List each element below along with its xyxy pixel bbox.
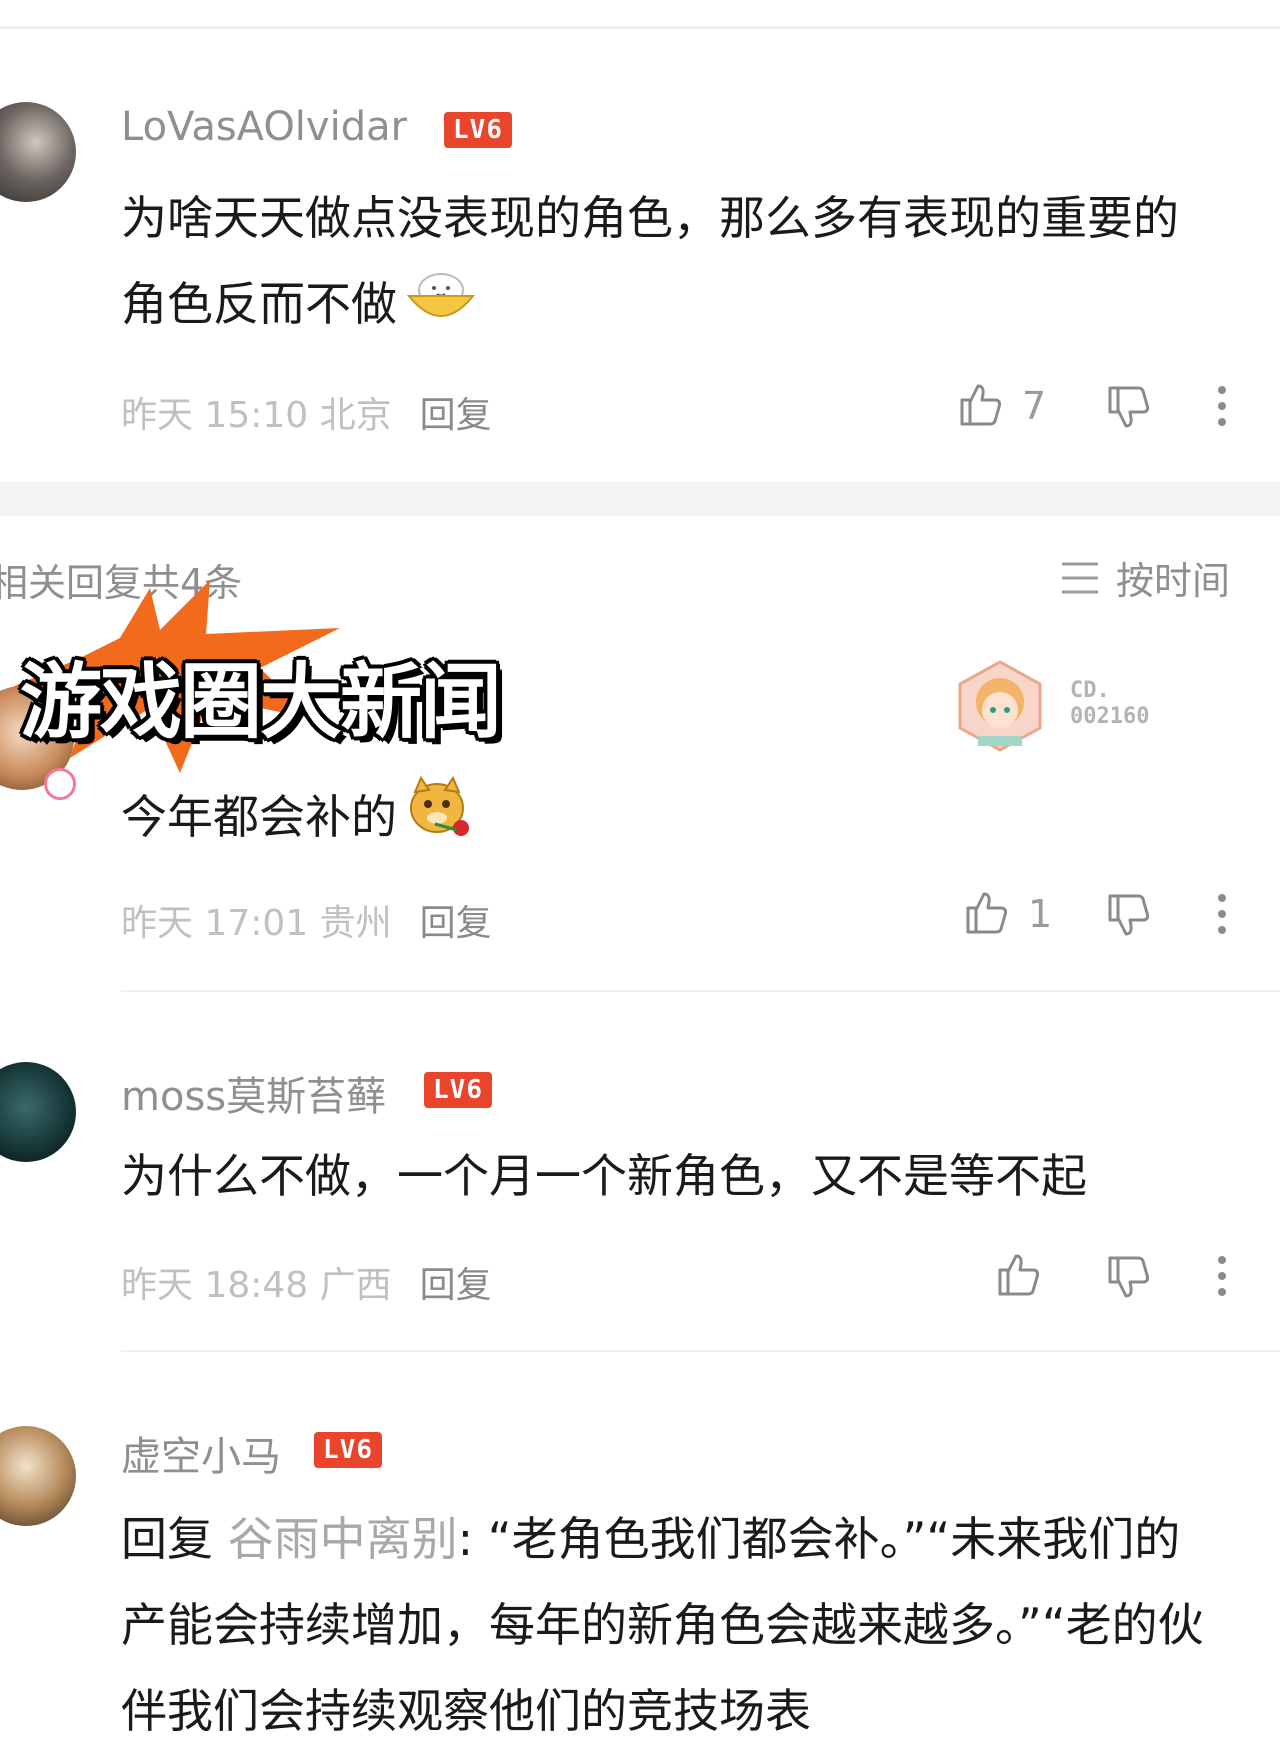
username[interactable]: 虚空小马 (121, 1424, 281, 1482)
username[interactable]: LoVasAOlvidar (121, 104, 407, 150)
comment-body: 今年都会补的 (121, 790, 397, 844)
reply-button[interactable]: 回复 (420, 395, 492, 436)
username[interactable]: moss莫斯苔藓 (121, 1064, 386, 1122)
avatar[interactable] (0, 102, 76, 202)
avatar[interactable] (0, 1062, 76, 1162)
fan-badge-number: CD. 002160 (1070, 678, 1149, 730)
comment-text: 为什么不做，一个月一个新角色，又不是等不起 (121, 1149, 1087, 1203)
fan-badge-line-2: 002160 (1070, 704, 1150, 729)
more-icon[interactable] (1214, 384, 1230, 432)
thumbs-down-icon[interactable] (1104, 1254, 1152, 1306)
reply-button[interactable]: 回复 (420, 1265, 492, 1306)
comment-text: 为啥天天做点没表现的角色，那么多有表现的重要的角色反而不做 (121, 175, 1211, 351)
timestamp-location: 昨天 15:10 北京 (121, 395, 392, 436)
timestamp-location: 昨天 18:48 广西 (121, 1265, 392, 1306)
fan-badge-icon (952, 658, 1048, 758)
thumbs-up-icon[interactable] (956, 380, 1004, 432)
reply-button[interactable]: 回复 (420, 903, 492, 944)
overlay-banner: 游戏圈大新闻 (20, 655, 502, 750)
timestamp-location: 昨天 17:01 贵州 (121, 903, 392, 944)
like-count: 7 (1022, 384, 1047, 428)
comment-body: 为啥天天做点没表现的角色，那么多有表现的重要的角色反而不做 (121, 191, 1179, 331)
list-sort-icon (1058, 558, 1102, 602)
avatar[interactable] (0, 1426, 76, 1526)
comment-meta: 昨天 15:10 北京 回复 (121, 386, 492, 438)
comment-meta: 昨天 17:01 贵州 回复 (121, 894, 492, 946)
reply-to-user-link[interactable]: 谷雨中离别 (228, 1512, 458, 1566)
fan-badge-line-1: CD. (1070, 678, 1110, 703)
top-divider (0, 26, 1280, 29)
comment-separator (121, 1350, 1280, 1352)
like-count: 1 (1028, 892, 1053, 936)
section-divider (0, 482, 1280, 516)
bowl-emoji-icon (403, 264, 479, 351)
doge-rose-emoji-icon (405, 772, 475, 869)
more-icon[interactable] (1214, 892, 1230, 940)
comment-text: 回复 谷雨中离别: “老角色我们都会补。”“未来我们的产能会持续增加，每年的新角… (121, 1496, 1211, 1754)
sort-label: 按时间 (1116, 559, 1231, 603)
thumbs-up-icon[interactable] (994, 1250, 1042, 1302)
level-badge: LV6 (314, 1432, 382, 1468)
level-badge: LV6 (444, 112, 512, 148)
level-badge: LV6 (424, 1072, 492, 1108)
thumbs-down-icon[interactable] (1104, 892, 1152, 944)
reply-prefix: 回复 (121, 1512, 213, 1566)
comment-separator (121, 990, 1280, 992)
thumbs-up-icon[interactable] (962, 888, 1010, 940)
thumbs-down-icon[interactable] (1104, 384, 1152, 436)
comment-meta: 昨天 18:48 广西 回复 (121, 1256, 492, 1308)
more-icon[interactable] (1214, 1254, 1230, 1302)
comment-text: 今年都会补的 (121, 772, 1211, 869)
